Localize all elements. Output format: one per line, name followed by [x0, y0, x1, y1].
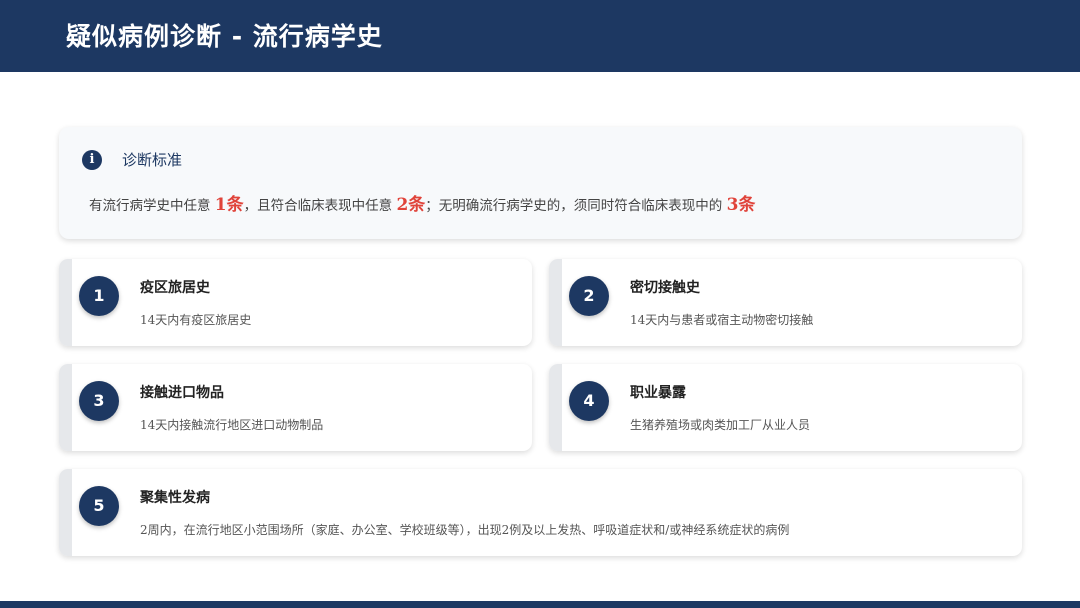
card-title: 聚集性发病 [140, 490, 210, 506]
card-title: 疫区旅居史 [140, 280, 210, 296]
number-badge: 1 [79, 276, 119, 316]
criteria-highlight: 2条 [396, 195, 426, 215]
criteria-text-part: ，且符合临床表现中任意 [243, 198, 397, 214]
card-title: 接触进口物品 [140, 385, 224, 401]
card-accent-bar [549, 259, 562, 346]
criterion-card-1: 1 疫区旅居史 14天内有疫区旅居史 [59, 259, 532, 346]
number-badge: 2 [569, 276, 609, 316]
number-badge: 5 [79, 486, 119, 526]
criteria-text-part: ；无明确流行病学史的，须同时符合临床表现中的 [425, 198, 727, 214]
diagnosis-criteria-card: i 诊断标准 有流行病学史中任意 1条，且符合临床表现中任意 2条；无明确流行病… [59, 127, 1022, 239]
header-bar: 疑似病例诊断 - 流行病学史 [0, 0, 1080, 72]
criteria-text: 有流行病学史中任意 1条，且符合临床表现中任意 2条；无明确流行病学史的，须同时… [89, 193, 755, 218]
footer-bar [0, 601, 1080, 608]
criteria-text-part: 有流行病学史中任意 [89, 198, 215, 214]
criteria-title: 诊断标准 [122, 151, 183, 169]
info-icon: i [82, 150, 102, 170]
card-title: 职业暴露 [630, 385, 686, 401]
card-description: 14天内与患者或宿主动物密切接触 [630, 313, 814, 327]
card-accent-bar [59, 364, 72, 451]
page-title: 疑似病例诊断 - 流行病学史 [66, 22, 383, 51]
criteria-highlight: 3条 [726, 195, 756, 215]
criterion-card-4: 4 职业暴露 生猪养殖场或肉类加工厂从业人员 [549, 364, 1022, 451]
card-accent-bar [59, 259, 72, 346]
card-description: 2周内，在流行地区小范围场所（家庭、办公室、学校班级等），出现2例及以上发热、呼… [140, 523, 790, 537]
card-accent-bar [59, 469, 72, 556]
number-badge: 4 [569, 381, 609, 421]
card-accent-bar [549, 364, 562, 451]
criterion-card-3: 3 接触进口物品 14天内接触流行地区进口动物制品 [59, 364, 532, 451]
card-title: 密切接触史 [630, 280, 700, 296]
number-badge: 3 [79, 381, 119, 421]
criteria-highlight: 1条 [214, 195, 244, 215]
criterion-card-5: 5 聚集性发病 2周内，在流行地区小范围场所（家庭、办公室、学校班级等），出现2… [59, 469, 1022, 556]
criterion-card-2: 2 密切接触史 14天内与患者或宿主动物密切接触 [549, 259, 1022, 346]
card-description: 生猪养殖场或肉类加工厂从业人员 [630, 418, 811, 432]
card-description: 14天内接触流行地区进口动物制品 [140, 418, 324, 432]
card-description: 14天内有疫区旅居史 [140, 313, 252, 327]
